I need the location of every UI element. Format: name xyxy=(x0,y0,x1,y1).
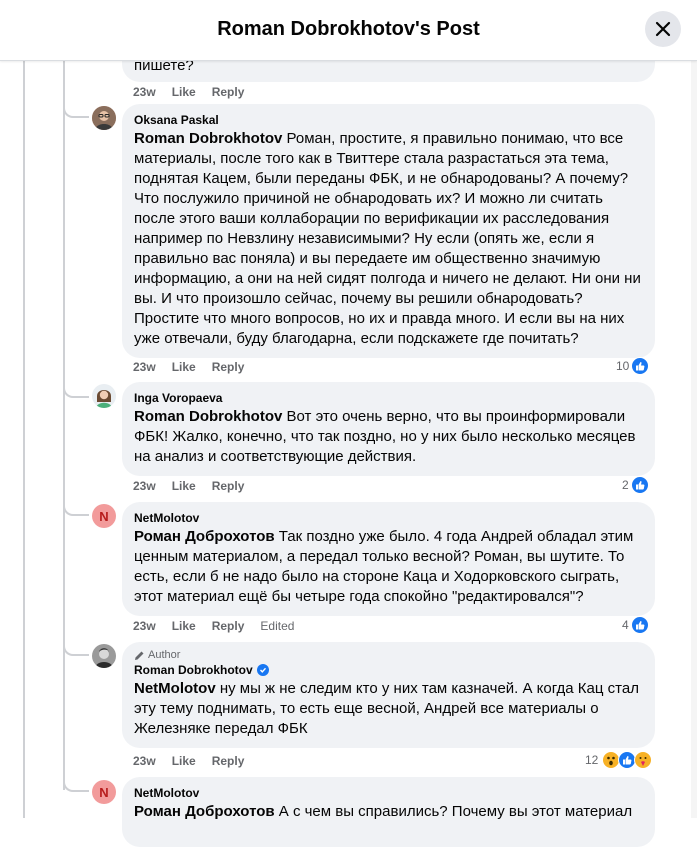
comment-bubble: NetMolotov Роман Доброхотов А с чем вы с… xyxy=(122,777,655,847)
verified-badge-icon xyxy=(256,664,269,676)
comment-text: Роман Доброхотов Так поздно уже было. 4 … xyxy=(134,527,643,607)
comment-time[interactable]: 23w xyxy=(133,359,156,375)
comment-actions: 23w Like Reply xyxy=(133,478,244,494)
reaction-summary[interactable]: 4 xyxy=(622,616,649,634)
avatar[interactable]: N xyxy=(92,780,116,804)
like-reaction-icon xyxy=(631,357,650,375)
thread-line-outer xyxy=(23,60,25,818)
thread-elbow xyxy=(63,498,89,516)
comment-time[interactable]: 23w xyxy=(133,84,156,100)
reply-button[interactable]: Reply xyxy=(212,753,245,769)
post-title: Roman Dobrokhotov's Post xyxy=(217,18,480,40)
like-button[interactable]: Like xyxy=(172,84,196,100)
comment-author[interactable]: Oksana Paskal xyxy=(134,112,643,128)
comment-bubble: Oksana Paskal Roman Dobrokhotov Роман, п… xyxy=(122,104,655,358)
like-button[interactable]: Like xyxy=(172,359,196,375)
mention-link[interactable]: Роман Доброхотов xyxy=(134,528,275,545)
reply-button[interactable]: Reply xyxy=(212,618,245,634)
comment-text: Roman Dobrokhotov Роман, простите, я пра… xyxy=(134,129,643,349)
scrollbar[interactable] xyxy=(691,60,697,818)
pencil-icon xyxy=(135,651,144,660)
avatar[interactable] xyxy=(92,644,116,668)
thread-elbow xyxy=(63,380,89,398)
comment-bubble: NetMolotov Роман Доброхотов Так поздно у… xyxy=(122,502,655,616)
avatar-letter: N xyxy=(99,784,109,800)
like-button[interactable]: Like xyxy=(172,753,196,769)
close-button[interactable] xyxy=(645,11,681,47)
reaction-count: 4 xyxy=(622,618,629,632)
like-button[interactable]: Like xyxy=(172,478,196,494)
thread-elbow xyxy=(63,100,89,118)
like-reaction-icon xyxy=(630,616,649,634)
like-button[interactable]: Like xyxy=(172,618,196,634)
comment-author[interactable]: Inga Voropaeva xyxy=(134,390,643,406)
comment-bubble: Inga Voropaeva Roman Dobrokhotov Вот это… xyxy=(122,382,655,476)
comment-author[interactable]: Roman Dobrokhotov xyxy=(134,662,253,678)
reply-button[interactable]: Reply xyxy=(212,84,245,100)
dialog-header: Roman Dobrokhotov's Post xyxy=(0,0,697,61)
comment-actions: 23w Like Reply xyxy=(133,753,244,769)
comment-time[interactable]: 23w xyxy=(133,478,156,494)
comment-actions: 23w Like Reply xyxy=(133,359,244,375)
mention-link[interactable]: Roman Dobrokhotov xyxy=(134,408,282,425)
author-badge-label: Author xyxy=(148,649,181,661)
comment-bubble: Author Roman Dobrokhotov NetMolotov ну м… xyxy=(122,642,655,748)
comment-actions: 23w Like Reply xyxy=(133,84,244,100)
comment-author-row: Roman Dobrokhotov xyxy=(134,662,643,678)
mention-link[interactable]: Роман Доброхотов xyxy=(134,803,275,820)
comment-text: Roman Dobrokhotov Вот это очень верно, ч… xyxy=(134,407,643,467)
comment-body: А с чем вы справились? Почему вы этот ма… xyxy=(278,803,633,820)
comment-body: Роман, простите, я правильно понимаю, чт… xyxy=(134,130,641,347)
comment-text: NetMolotov ну мы ж не следим кто у них т… xyxy=(134,679,643,739)
avatar[interactable] xyxy=(92,106,116,130)
thread-elbow xyxy=(63,774,89,792)
mention-link[interactable]: Roman Dobrokhotov xyxy=(134,130,282,147)
reaction-count: 10 xyxy=(616,359,630,373)
comment-author[interactable]: NetMolotov xyxy=(134,785,643,801)
reaction-summary[interactable]: 10 xyxy=(616,357,650,375)
close-icon xyxy=(655,21,671,37)
reply-button[interactable]: Reply xyxy=(212,478,245,494)
thread-elbow xyxy=(63,638,89,656)
comment-text: Роман Доброхотов А с чем вы справились? … xyxy=(134,802,643,822)
reaction-summary[interactable]: 2 xyxy=(622,476,649,494)
comment-time[interactable]: 23w xyxy=(133,753,156,769)
comment-actions: 23w Like Reply Edited xyxy=(133,618,294,634)
care-reaction-icon xyxy=(634,751,653,769)
reaction-count: 2 xyxy=(622,478,629,492)
avatar[interactable] xyxy=(92,384,116,408)
like-reaction-icon xyxy=(630,476,649,494)
comment-time[interactable]: 23w xyxy=(133,618,156,634)
edited-label: Edited xyxy=(260,619,295,633)
reaction-summary[interactable]: 12 xyxy=(585,751,653,769)
reaction-count: 12 xyxy=(585,753,599,767)
thread-line-inner xyxy=(63,60,65,790)
reply-button[interactable]: Reply xyxy=(212,359,245,375)
comment-author[interactable]: NetMolotov xyxy=(134,510,643,526)
avatar[interactable]: N xyxy=(92,504,116,528)
author-badge: Author xyxy=(134,648,643,662)
mention-link[interactable]: NetMolotov xyxy=(134,680,216,697)
avatar-letter: N xyxy=(99,508,109,524)
